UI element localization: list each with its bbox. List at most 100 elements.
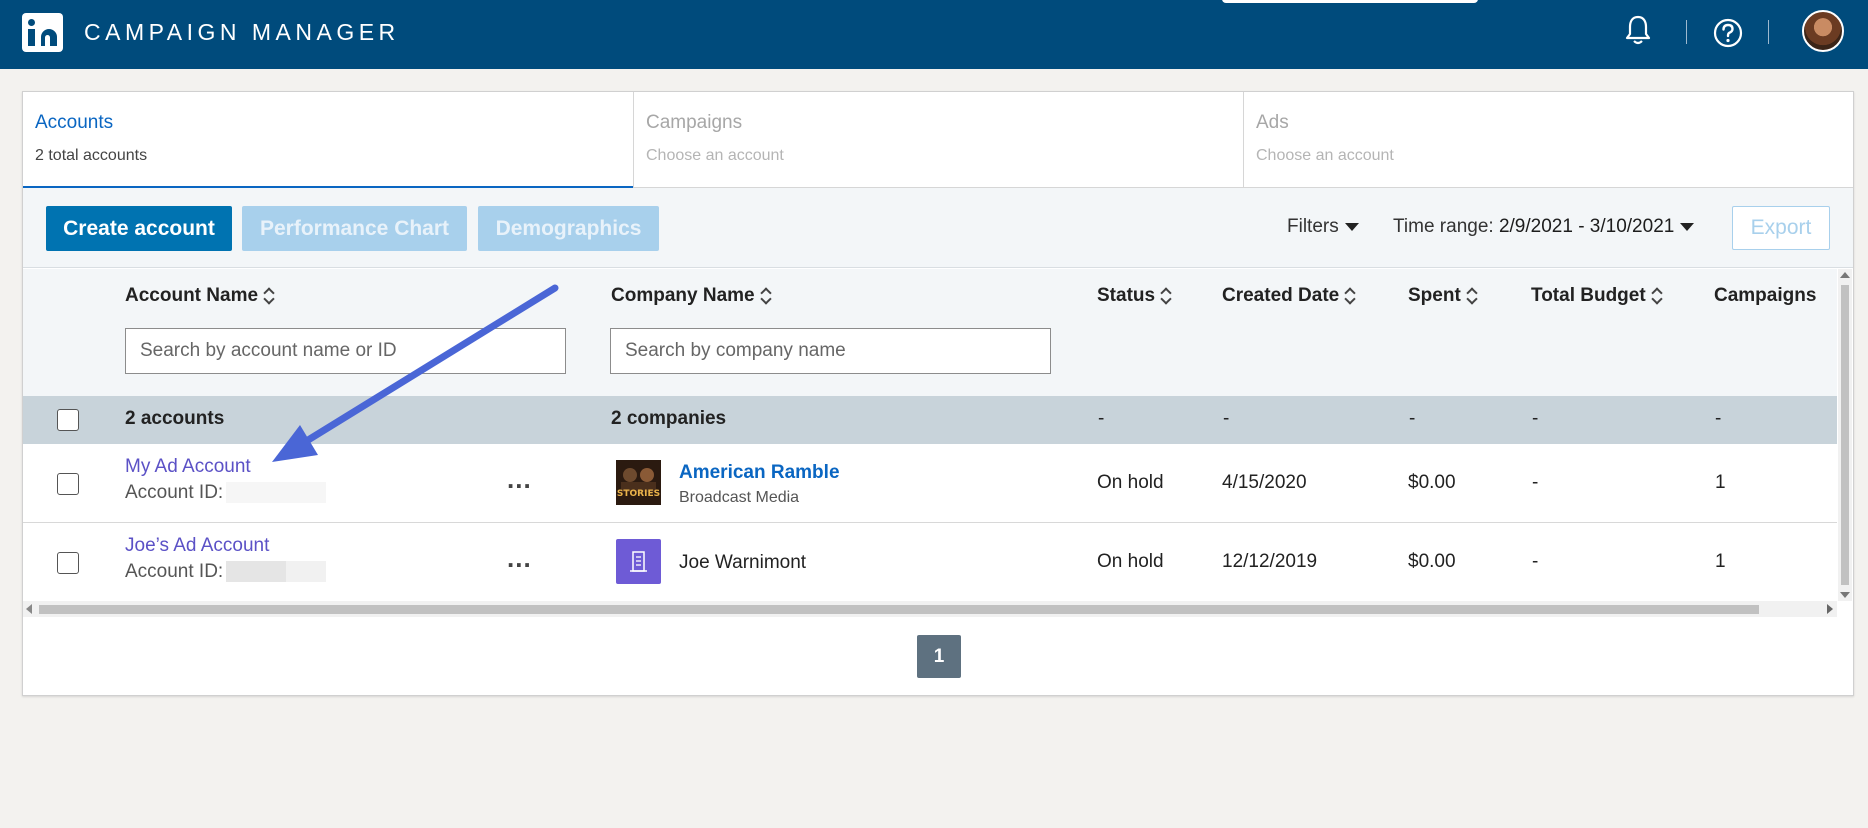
column-header-spent[interactable]: Spent [1408,285,1477,307]
company-logo-text: STORIES [617,489,660,499]
sort-icon [264,288,274,304]
spent-cell: $0.00 [1408,551,1456,572]
caret-down-icon [1680,222,1695,231]
avatar[interactable] [1802,10,1844,52]
account-name-link[interactable]: My Ad Account [125,456,251,478]
row-menu-button[interactable]: ... [507,545,532,571]
scroll-left-icon[interactable] [26,604,32,614]
summary-status: - [1098,408,1105,429]
page-button[interactable]: 1 [917,635,961,678]
account-id: Account ID: [125,482,327,504]
main-card: Accounts 2 total accounts Campaigns Choo… [22,91,1854,696]
tab-campaigns[interactable]: Campaigns Choose an account [633,92,1243,188]
divider [1768,20,1769,44]
summary-total-budget: - [1532,408,1539,429]
row-menu-button[interactable]: ... [507,466,532,492]
redacted-id [226,561,327,583]
create-account-button[interactable]: Create account [46,206,232,251]
sort-icon [1345,288,1355,304]
tab-title: Campaigns [646,112,743,133]
tab-title: Accounts [35,112,114,133]
column-header-created-date[interactable]: Created Date [1222,285,1355,307]
demographics-button[interactable]: Demographics [478,206,659,251]
vertical-scrollbar[interactable] [1838,269,1852,601]
filters-label: Filters [1287,216,1339,237]
status-cell: On hold [1097,551,1164,572]
toolbar: Create account Performance Chart Demogra… [23,188,1853,268]
table-header: Account Name Company Name Status Created… [23,269,1837,396]
scroll-up-icon[interactable] [1840,272,1850,278]
header-label: Company Name [611,285,755,306]
sort-icon [1652,288,1662,304]
top-dropdown-edge [1222,0,1478,3]
tab-subtitle: Choose an account [646,147,784,164]
header-label: Status [1097,285,1156,306]
scrollbar-thumb[interactable] [1841,285,1849,585]
building-icon [616,539,661,584]
company-industry: Broadcast Media [679,489,800,506]
header-label: Spent [1408,285,1461,306]
summary-campaigns: - [1715,408,1722,429]
campaigns-cell: 1 [1715,551,1726,572]
sort-icon [1161,288,1171,304]
bell-icon[interactable] [1624,14,1652,46]
select-all-checkbox[interactable] [57,409,79,431]
filters-dropdown[interactable]: Filters [1287,216,1359,238]
tab-ads[interactable]: Ads Choose an account [1243,92,1853,188]
account-search-input[interactable] [125,328,566,374]
linkedin-logo-icon[interactable] [22,13,63,52]
column-header-company-name[interactable]: Company Name [611,285,771,307]
top-bar: CAMPAIGN MANAGER [0,0,1868,69]
status-cell: On hold [1097,472,1164,493]
summary-row: 2 accounts 2 companies - - - - - [23,396,1837,444]
divider [1686,20,1687,44]
scrollbar-thumb[interactable] [39,605,1759,614]
created-date-cell: 12/12/2019 [1222,551,1318,572]
summary-spent: - [1409,408,1416,429]
created-date-cell: 4/15/2020 [1222,472,1307,493]
column-header-total-budget[interactable]: Total Budget [1531,285,1662,307]
time-range-dropdown[interactable]: Time range: 2/9/2021 - 3/10/2021 [1393,216,1695,238]
account-name-link[interactable]: Joe’s Ad Account [125,535,269,557]
campaigns-cell: 1 [1715,472,1726,493]
row-checkbox[interactable] [57,473,79,495]
redacted-id [226,482,327,504]
total-budget-cell: - [1532,551,1539,572]
summary-companies: 2 companies [611,408,727,429]
table-row: Joe’s Ad Account Account ID: ... Joe War… [23,523,1837,602]
scroll-down-icon[interactable] [1840,592,1850,598]
tab-accounts[interactable]: Accounts 2 total accounts [23,92,633,189]
summary-created-date: - [1223,408,1230,429]
horizontal-scrollbar[interactable] [23,601,1837,617]
time-range-value: 2/9/2021 - 3/10/2021 [1498,216,1675,237]
company-search-input[interactable] [610,328,1051,374]
column-header-campaigns[interactable]: Campaigns [1714,285,1816,307]
account-id-label: Account ID: [125,482,224,503]
export-button[interactable]: Export [1732,206,1830,250]
summary-accounts: 2 accounts [125,408,225,429]
performance-chart-button[interactable]: Performance Chart [242,206,467,251]
caret-down-icon [1344,222,1359,231]
help-icon[interactable] [1713,18,1743,48]
total-budget-cell: - [1532,472,1539,493]
account-id-label: Account ID: [125,561,224,582]
time-range-label: Time range: [1393,216,1494,237]
company-name-link[interactable]: American Ramble [679,462,840,484]
sort-icon [761,288,771,304]
sort-icon [1467,288,1477,304]
header-label: Account Name [125,285,259,306]
tab-bar: Accounts 2 total accounts Campaigns Choo… [23,92,1853,189]
tab-subtitle: Choose an account [1256,147,1394,164]
row-checkbox[interactable] [57,552,79,574]
app-title: CAMPAIGN MANAGER [84,19,400,45]
company-logo: STORIES [616,460,661,505]
scroll-right-icon[interactable] [1827,604,1833,614]
tab-subtitle: 2 total accounts [35,147,148,164]
table-row: My Ad Account Account ID: ... STORIES Am… [23,444,1837,523]
header-label: Total Budget [1531,285,1646,306]
column-header-account-name[interactable]: Account Name [125,285,274,307]
account-id: Account ID: [125,561,327,583]
column-header-status[interactable]: Status [1097,285,1171,307]
company-name: Joe Warnimont [679,552,807,573]
header-label: Created Date [1222,285,1340,306]
